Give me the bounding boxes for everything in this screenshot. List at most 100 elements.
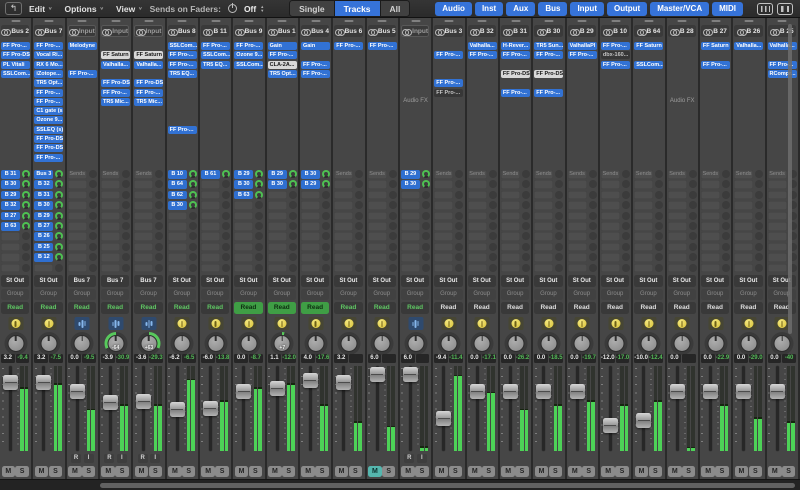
- automation-mode[interactable]: Read: [701, 302, 729, 314]
- fader-cap[interactable]: [236, 384, 251, 399]
- output-slot[interactable]: St Out: [568, 275, 596, 287]
- plugin-slot[interactable]: FF Pro-...: [534, 89, 563, 97]
- plugin-slot[interactable]: CLA-2A...: [268, 61, 297, 69]
- output-slot[interactable]: St Out: [701, 275, 729, 287]
- volume-value[interactable]: -6.0: [201, 354, 215, 363]
- send-slot-empty[interactable]: [668, 232, 687, 241]
- send-slot-empty[interactable]: [134, 243, 153, 252]
- send-slot-empty[interactable]: [234, 232, 253, 241]
- peak-value[interactable]: -9.4: [16, 354, 30, 363]
- mute-button[interactable]: M: [668, 466, 682, 477]
- send-slot-empty[interactable]: [101, 232, 120, 241]
- vertical-scrollbar[interactable]: [788, 24, 792, 334]
- send-slot[interactable]: B 10: [168, 170, 187, 179]
- send-slot-empty[interactable]: [268, 232, 287, 241]
- mute-button[interactable]: M: [135, 466, 149, 477]
- send-slot[interactable]: B 29: [301, 180, 320, 189]
- plugin-slot[interactable]: FF Pro-...: [568, 51, 597, 59]
- send-level-knob[interactable]: [289, 180, 297, 188]
- group-slot[interactable]: Group: [534, 289, 562, 300]
- fader-cap[interactable]: [736, 384, 751, 399]
- send-slot-empty[interactable]: [368, 212, 387, 221]
- fader-cap[interactable]: [336, 375, 351, 390]
- send-slot-empty[interactable]: [301, 212, 320, 221]
- send-slot[interactable]: B 30: [1, 180, 20, 189]
- send-slot-empty[interactable]: [534, 212, 553, 221]
- mute-button[interactable]: M: [601, 466, 615, 477]
- automation-mode[interactable]: Read: [68, 302, 96, 314]
- send-slot-empty[interactable]: [368, 232, 387, 241]
- send-slot-empty[interactable]: [534, 191, 553, 200]
- pan-knob[interactable]: [71, 332, 94, 355]
- horizontal-scrollbar[interactable]: [100, 483, 795, 488]
- send-slot-empty[interactable]: [234, 253, 253, 262]
- volume-value[interactable]: 4.0: [301, 354, 315, 363]
- send-slot[interactable]: B 30: [268, 180, 287, 189]
- send-slot-empty[interactable]: [334, 191, 353, 200]
- strip-name-header[interactable]: Bus 6: [334, 25, 362, 37]
- sends-on-faders-select[interactable]: Off ▲▼: [244, 4, 264, 14]
- send-slot-empty[interactable]: [201, 212, 220, 221]
- send-slot-empty[interactable]: [601, 264, 620, 273]
- peak-value[interactable]: -17.0: [616, 354, 630, 363]
- output-slot[interactable]: St Out: [234, 275, 262, 287]
- group-slot[interactable]: Group: [68, 289, 96, 300]
- plugin-slot[interactable]: SSLCom...: [201, 51, 230, 59]
- plugin-slot[interactable]: FF Pro-...: [501, 51, 530, 59]
- send-slot-empty[interactable]: [501, 180, 520, 189]
- send-level-knob[interactable]: [55, 180, 63, 188]
- send-slot-empty[interactable]: [234, 212, 253, 221]
- send-slot-empty[interactable]: [201, 222, 220, 231]
- plugin-slot[interactable]: Valhalla...: [468, 42, 497, 50]
- peak-value[interactable]: -8.7: [249, 354, 263, 363]
- volume-value[interactable]: -6.2: [168, 354, 182, 363]
- send-slot[interactable]: B 12: [34, 253, 53, 262]
- solo-button[interactable]: S: [715, 466, 729, 477]
- send-slot-empty[interactable]: [368, 264, 387, 273]
- send-slot-empty[interactable]: [668, 253, 687, 262]
- solo-button[interactable]: S: [282, 466, 296, 477]
- volume-value[interactable]: -12.0: [601, 354, 615, 363]
- automation-mode[interactable]: Read: [1, 302, 29, 314]
- send-level-knob[interactable]: [55, 222, 63, 230]
- send-slot-empty[interactable]: [768, 232, 787, 241]
- mute-button[interactable]: M: [535, 466, 549, 477]
- volume-value[interactable]: -10.0: [634, 354, 648, 363]
- send-slot-empty[interactable]: Sends: [534, 170, 553, 179]
- plugin-slot[interactable]: TR5 Opt...: [34, 79, 63, 87]
- plugin-slot[interactable]: FF Pro-...: [201, 42, 230, 50]
- group-slot[interactable]: Group: [1, 289, 29, 300]
- send-slot-empty[interactable]: [268, 212, 287, 221]
- automation-mode[interactable]: Read: [601, 302, 629, 314]
- send-slot-empty[interactable]: [734, 222, 753, 231]
- send-slot-empty[interactable]: [201, 243, 220, 252]
- send-slot[interactable]: B 32: [34, 180, 53, 189]
- solo-button[interactable]: S: [615, 466, 629, 477]
- plugin-slot[interactable]: TR5 Opt...: [268, 70, 297, 78]
- audio-fx-placeholder[interactable]: Audio FX: [400, 98, 431, 104]
- automation-mode[interactable]: Read: [334, 302, 362, 314]
- filter-audio[interactable]: Audio: [435, 2, 472, 16]
- send-slot-empty[interactable]: Sends: [434, 170, 453, 179]
- send-slot-empty[interactable]: [701, 253, 720, 262]
- record-enable-button[interactable]: R: [138, 454, 148, 463]
- filter-bus[interactable]: Bus: [538, 2, 567, 16]
- send-slot-empty[interactable]: [101, 201, 120, 210]
- plugin-slot[interactable]: SSLEQ (s): [34, 126, 63, 134]
- strip-name-header[interactable]: Bus 5: [368, 25, 396, 37]
- send-slot-empty[interactable]: [68, 212, 87, 221]
- send-slot-empty[interactable]: [368, 243, 387, 252]
- mute-button[interactable]: M: [701, 466, 715, 477]
- fader-cap[interactable]: [703, 384, 718, 399]
- peak-value[interactable]: -11.4: [449, 354, 463, 363]
- link-back-button[interactable]: ↰: [5, 2, 22, 15]
- pan-knob[interactable]: [404, 332, 427, 355]
- send-slot-empty[interactable]: [134, 222, 153, 231]
- send-slot-empty[interactable]: [101, 212, 120, 221]
- wide-strips-view-icon[interactable]: [777, 3, 793, 15]
- send-slot-empty[interactable]: [501, 243, 520, 252]
- send-slot-empty[interactable]: Sends: [668, 170, 687, 179]
- plugin-slot[interactable]: Valhalla...: [134, 61, 163, 69]
- send-slot-empty[interactable]: [501, 253, 520, 262]
- send-slot-empty[interactable]: [568, 232, 587, 241]
